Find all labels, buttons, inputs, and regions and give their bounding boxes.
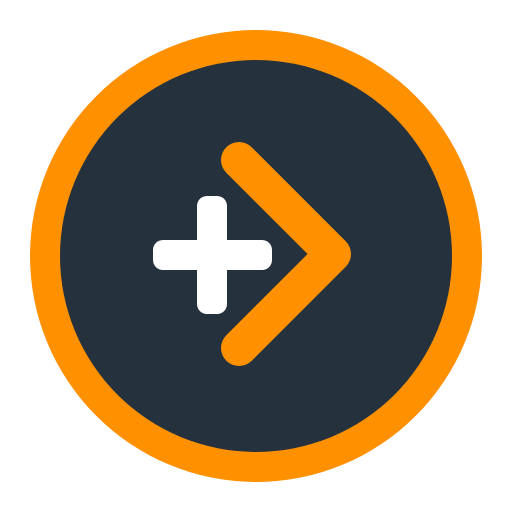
plus-icon-horizontal-bar <box>153 240 272 270</box>
app-icon-canvas <box>0 0 512 512</box>
app-icon <box>0 0 512 512</box>
